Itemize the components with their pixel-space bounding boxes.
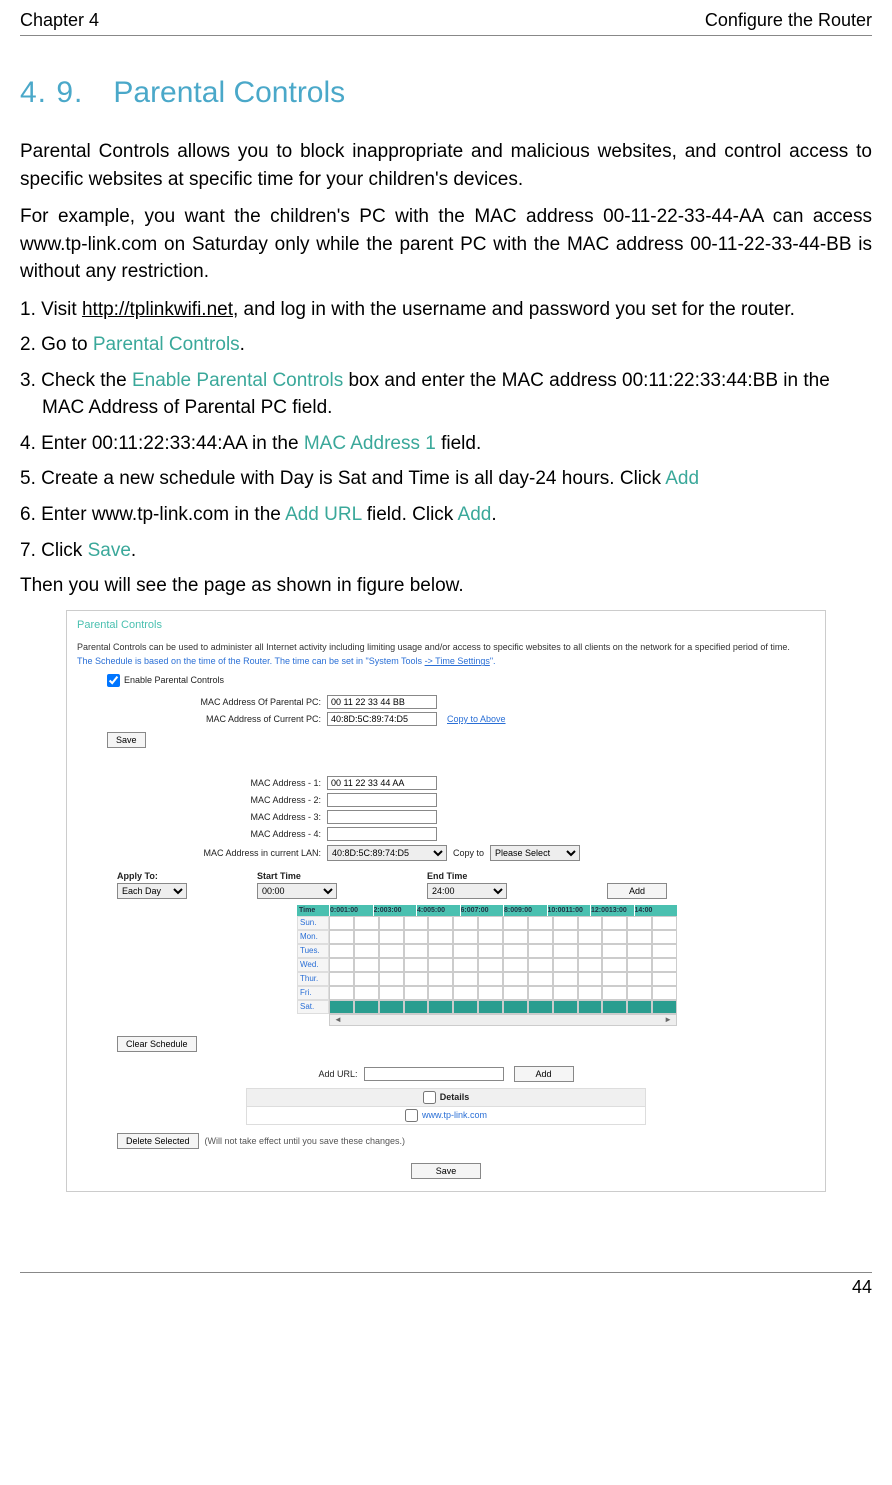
figure-caption: Then you will see the page as shown in f…	[20, 572, 872, 600]
step-7: 7. Click Save.	[20, 537, 872, 565]
mac-parental-input[interactable]	[327, 695, 437, 709]
details-row-checkbox[interactable]	[405, 1109, 418, 1122]
copy-to-label: Copy to	[453, 848, 484, 858]
mac-lan-select[interactable]: 40:8D:5C:89:74:D5	[327, 845, 447, 861]
mac3-label: MAC Address - 3:	[77, 812, 327, 822]
grid-row-thu: Thur.	[297, 972, 677, 986]
save-label: Save	[88, 540, 131, 561]
ru-desc-1: Parental Controls can be used to adminis…	[77, 641, 815, 654]
delete-note: (Will not take effect until you save the…	[205, 1136, 405, 1146]
details-table: Details www.tp-link.com	[246, 1088, 646, 1125]
save-button-2[interactable]: Save	[411, 1163, 481, 1179]
mac3-input[interactable]	[327, 810, 437, 824]
intro-paragraph-1: Parental Controls allows you to block in…	[20, 138, 872, 193]
end-time-select[interactable]: 24:00	[427, 883, 507, 899]
add-label-1: Add	[665, 468, 699, 489]
add-url-input[interactable]	[364, 1067, 504, 1081]
chapter-title: Configure the Router	[705, 10, 872, 31]
schedule-add-button[interactable]: Add	[607, 883, 667, 899]
step-1: 1. Visit http://tplinkwifi.net, and log …	[20, 296, 872, 324]
mac1-input[interactable]	[327, 776, 437, 790]
section-heading: 4. 9. Parental Controls	[20, 76, 872, 110]
section-title-text: Parental Controls	[113, 76, 345, 109]
step-5: 5. Create a new schedule with Day is Sat…	[20, 465, 872, 493]
clear-schedule-button[interactable]: Clear Schedule	[117, 1036, 197, 1052]
grid-row-mon: Mon.	[297, 930, 677, 944]
scroll-right-icon[interactable]: ►	[664, 1015, 672, 1024]
chapter-label: Chapter 4	[20, 10, 99, 31]
schedule-header: Apply To: Start Time End Time	[77, 871, 815, 881]
delete-selected-button[interactable]: Delete Selected	[117, 1133, 199, 1149]
mac-current-input[interactable]	[327, 712, 437, 726]
scroll-left-icon[interactable]: ◄	[334, 1015, 342, 1024]
page-footer: 44	[20, 1272, 872, 1298]
schedule-grid: Time 0:001:00 2:003:00 4:005:00 6:007:00…	[297, 905, 677, 1026]
grid-row-sun: Sun.	[297, 916, 677, 930]
step-3: 3. Check the Enable Parental Controls bo…	[20, 367, 872, 422]
enable-checkbox[interactable]	[107, 674, 120, 687]
grid-row-fri: Fri.	[297, 986, 677, 1000]
mac-address-1-label: MAC Address 1	[304, 433, 436, 454]
grid-time-header: Time	[297, 905, 329, 916]
mac-current-label: MAC Address of Current PC:	[77, 714, 327, 724]
mac1-label: MAC Address - 1:	[77, 778, 327, 788]
enable-checkbox-row: Enable Parental Controls	[107, 674, 815, 687]
grid-scrollbar[interactable]: ◄►	[329, 1014, 677, 1026]
mac-lan-label: MAC Address in current LAN:	[77, 848, 327, 858]
add-url-label: Add URL	[285, 504, 361, 525]
grid-row-sat: Sat.	[297, 1000, 677, 1014]
save-button-1[interactable]: Save	[107, 732, 146, 748]
step-6: 6. Enter www.tp-link.com in the Add URL …	[20, 501, 872, 529]
step-4: 4. Enter 00:11:22:33:44:AA in the MAC Ad…	[20, 430, 872, 458]
details-select-all-checkbox[interactable]	[423, 1091, 436, 1104]
mac2-label: MAC Address - 2:	[77, 795, 327, 805]
please-select-dropdown[interactable]: Please Select	[490, 845, 580, 861]
add-url-field-label: Add URL:	[318, 1069, 357, 1079]
add-url-button[interactable]: Add	[514, 1066, 574, 1082]
start-time-select[interactable]: 00:00	[257, 883, 337, 899]
apply-to-select[interactable]: Each Day	[117, 883, 187, 899]
page-header: Chapter 4 Configure the Router	[20, 10, 872, 36]
steps-list: 1. Visit http://tplinkwifi.net, and log …	[20, 296, 872, 564]
mac2-input[interactable]	[327, 793, 437, 807]
parental-controls-label: Parental Controls	[93, 334, 240, 355]
mac-parental-label: MAC Address Of Parental PC:	[77, 697, 327, 707]
details-header: Details	[247, 1089, 645, 1107]
enable-parental-controls-label: Enable Parental Controls	[132, 370, 343, 391]
mac4-input[interactable]	[327, 827, 437, 841]
ru-title: Parental Controls	[77, 619, 815, 631]
add-label-2: Add	[458, 504, 492, 525]
section-number: 4. 9.	[20, 76, 83, 109]
schedule-controls: Each Day 00:00 24:00 Add	[77, 883, 815, 899]
copy-to-above-link[interactable]: Copy to Above	[447, 714, 506, 724]
details-row: www.tp-link.com	[247, 1107, 645, 1124]
page-number: 44	[852, 1277, 872, 1297]
time-settings-link[interactable]: -> Time Settings	[425, 656, 490, 666]
grid-row-wed: Wed.	[297, 958, 677, 972]
ru-desc-2: The Schedule is based on the time of the…	[77, 655, 815, 668]
mac4-label: MAC Address - 4:	[77, 829, 327, 839]
tplink-url-link[interactable]: http://tplinkwifi.net	[82, 299, 233, 320]
step-2: 2. Go to Parental Controls.	[20, 331, 872, 359]
intro-paragraph-2: For example, you want the children's PC …	[20, 203, 872, 286]
router-ui-figure: Parental Controls Parental Controls can …	[66, 610, 826, 1192]
grid-row-tue: Tues.	[297, 944, 677, 958]
